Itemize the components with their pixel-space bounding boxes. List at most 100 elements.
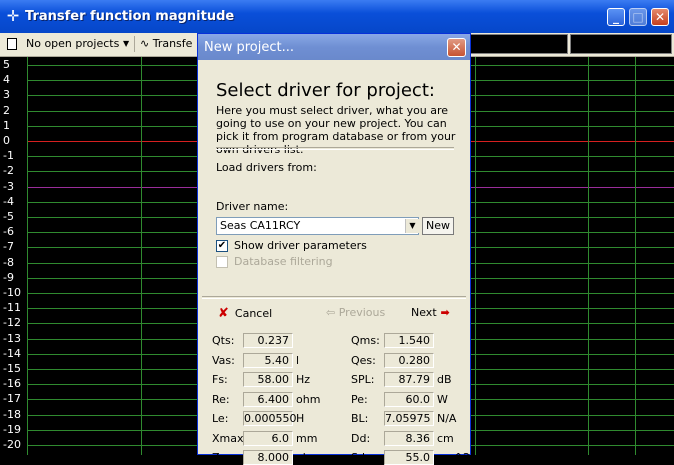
maximize-button[interactable]: □ xyxy=(629,8,647,26)
window-titlebar[interactable]: ✛ Transfer function magnitude _ □ ✕ xyxy=(0,0,674,33)
previous-button[interactable]: ⇦ Previous xyxy=(326,306,385,319)
driver-name-label: Driver name: xyxy=(216,200,289,213)
grid-line-vertical xyxy=(588,57,589,455)
y-tick-label: -19 xyxy=(3,422,21,436)
dialog-titlebar[interactable]: New project... ✕ xyxy=(198,34,470,60)
y-tick-label: 4 xyxy=(3,73,10,87)
right-param-label: Qms: xyxy=(351,334,380,347)
y-tick-label: -17 xyxy=(3,392,21,406)
left-param-label: Le: xyxy=(212,412,229,425)
database-filtering-checkbox[interactable] xyxy=(216,256,228,268)
right-param-value: 8.36 xyxy=(384,430,434,446)
left-param-label: Xmax: xyxy=(212,431,248,445)
y-tick-label: 1 xyxy=(3,118,10,132)
project-icon xyxy=(7,38,17,50)
arrow-left-icon: ⇦ xyxy=(326,306,339,319)
left-param-unit: mm xyxy=(296,431,318,445)
cancel-x-icon: ✘ xyxy=(218,306,229,321)
dialog-close-button[interactable]: ✕ xyxy=(447,38,466,57)
right-param-value: 7.05975 xyxy=(384,411,434,426)
left-param-unit: Hz xyxy=(296,373,311,386)
grid-line-vertical xyxy=(475,57,476,455)
show-parameters-checkbox[interactable]: ✔ xyxy=(216,240,228,252)
y-tick-label: -18 xyxy=(3,407,21,421)
grid-line-vertical xyxy=(635,57,636,455)
y-tick-label: -20 xyxy=(3,438,21,451)
y-tick-label: -8 xyxy=(3,255,14,269)
y-tick-label: -13 xyxy=(3,331,21,345)
new-driver-button[interactable]: New xyxy=(422,217,454,235)
y-tick-label: -7 xyxy=(3,240,14,254)
y-tick-label: 5 xyxy=(3,58,10,71)
left-param-value: 6.400 xyxy=(243,391,293,407)
right-param-label: Sd: xyxy=(351,451,369,464)
right-param-unit: cm xyxy=(437,431,454,445)
chevron-down-icon: ▼ xyxy=(123,39,130,48)
right-param-unit: W xyxy=(437,392,448,406)
project-dropdown[interactable]: No open projects ▼ xyxy=(5,35,132,53)
previous-label: Previous xyxy=(338,306,386,319)
left-param-label: Fs: xyxy=(212,373,228,386)
database-filtering-label: Database filtering xyxy=(234,255,333,268)
left-param-value: 58.00 xyxy=(243,372,293,387)
dialog-heading: Select driver for project: xyxy=(216,80,435,101)
driver-name-value: Seas CA11RCY xyxy=(220,219,301,232)
right-param-unit: N/A xyxy=(437,412,457,425)
next-button[interactable]: Next ➡ xyxy=(411,306,450,319)
driver-name-select[interactable]: Seas CA11RCY ▼ xyxy=(216,217,419,235)
y-tick-label: -5 xyxy=(3,210,14,223)
right-param-value: 60.0 xyxy=(384,391,434,407)
toolbar-separator xyxy=(134,36,135,52)
left-param-label: Vas: xyxy=(212,353,235,367)
y-tick-label: 3 xyxy=(3,88,10,102)
y-tick-label: -3 xyxy=(3,179,14,193)
minimize-icon: _ xyxy=(613,10,619,24)
grid-line-vertical xyxy=(141,57,142,455)
dialog-title: New project... xyxy=(204,40,295,55)
right-param-label: SPL: xyxy=(351,373,375,386)
left-param-unit: l xyxy=(296,353,300,367)
right-param-unit: cm^2 xyxy=(437,451,470,464)
window-title: Transfer function magnitude xyxy=(25,9,235,24)
grid-line-vertical xyxy=(27,57,28,455)
right-param-label: Dd: xyxy=(351,431,371,445)
y-tick-label: -12 xyxy=(3,316,21,330)
right-param-value: 87.79 xyxy=(384,372,434,387)
left-param-label: Qts: xyxy=(212,334,235,347)
divider xyxy=(216,147,454,150)
left-param-label: Z: xyxy=(212,451,224,464)
y-tick-label: -16 xyxy=(3,377,21,391)
next-label: Next xyxy=(411,306,437,319)
y-tick-label: 0 xyxy=(3,134,10,147)
chevron-down-icon[interactable]: ▼ xyxy=(405,219,419,233)
waveform-icon: ∿ xyxy=(140,37,150,50)
left-param-value: 6.0 xyxy=(243,430,293,446)
transfer-function-button[interactable]: ∿ Transfe xyxy=(140,35,192,53)
right-param-label: Pe: xyxy=(351,392,368,406)
cancel-button[interactable]: ✘ Cancel xyxy=(218,306,272,321)
toolbar-display-1 xyxy=(470,34,568,54)
left-param-value: 0.237 xyxy=(243,333,293,348)
y-tick-label: -14 xyxy=(3,346,21,360)
right-param-label: BL: xyxy=(351,412,369,425)
right-param-unit: dB xyxy=(437,373,452,386)
minimize-button[interactable]: _ xyxy=(607,8,625,26)
close-button[interactable]: ✕ xyxy=(651,8,669,26)
right-param-label: Qes: xyxy=(351,353,376,367)
show-parameters-label: Show driver parameters xyxy=(234,239,367,252)
y-tick-label: -1 xyxy=(3,149,14,163)
y-tick-label: -10 xyxy=(3,286,21,299)
close-icon: ✕ xyxy=(654,10,666,24)
maximize-icon: □ xyxy=(632,10,644,24)
new-project-dialog: New project... ✕ Select driver for proje… xyxy=(197,33,471,465)
left-param-unit: ohm xyxy=(296,451,321,464)
project-dropdown-label: No open projects xyxy=(26,37,120,50)
left-param-unit: ohm xyxy=(296,392,321,406)
arrow-right-icon: ➡ xyxy=(436,306,450,319)
right-param-value: 55.0 xyxy=(384,450,434,465)
left-param-label: Re: xyxy=(212,392,230,406)
left-param-value: 5.40 xyxy=(243,352,293,368)
toolbar-display-2 xyxy=(570,34,672,54)
left-param-unit: H xyxy=(296,412,305,425)
y-tick-label: -9 xyxy=(3,270,14,284)
